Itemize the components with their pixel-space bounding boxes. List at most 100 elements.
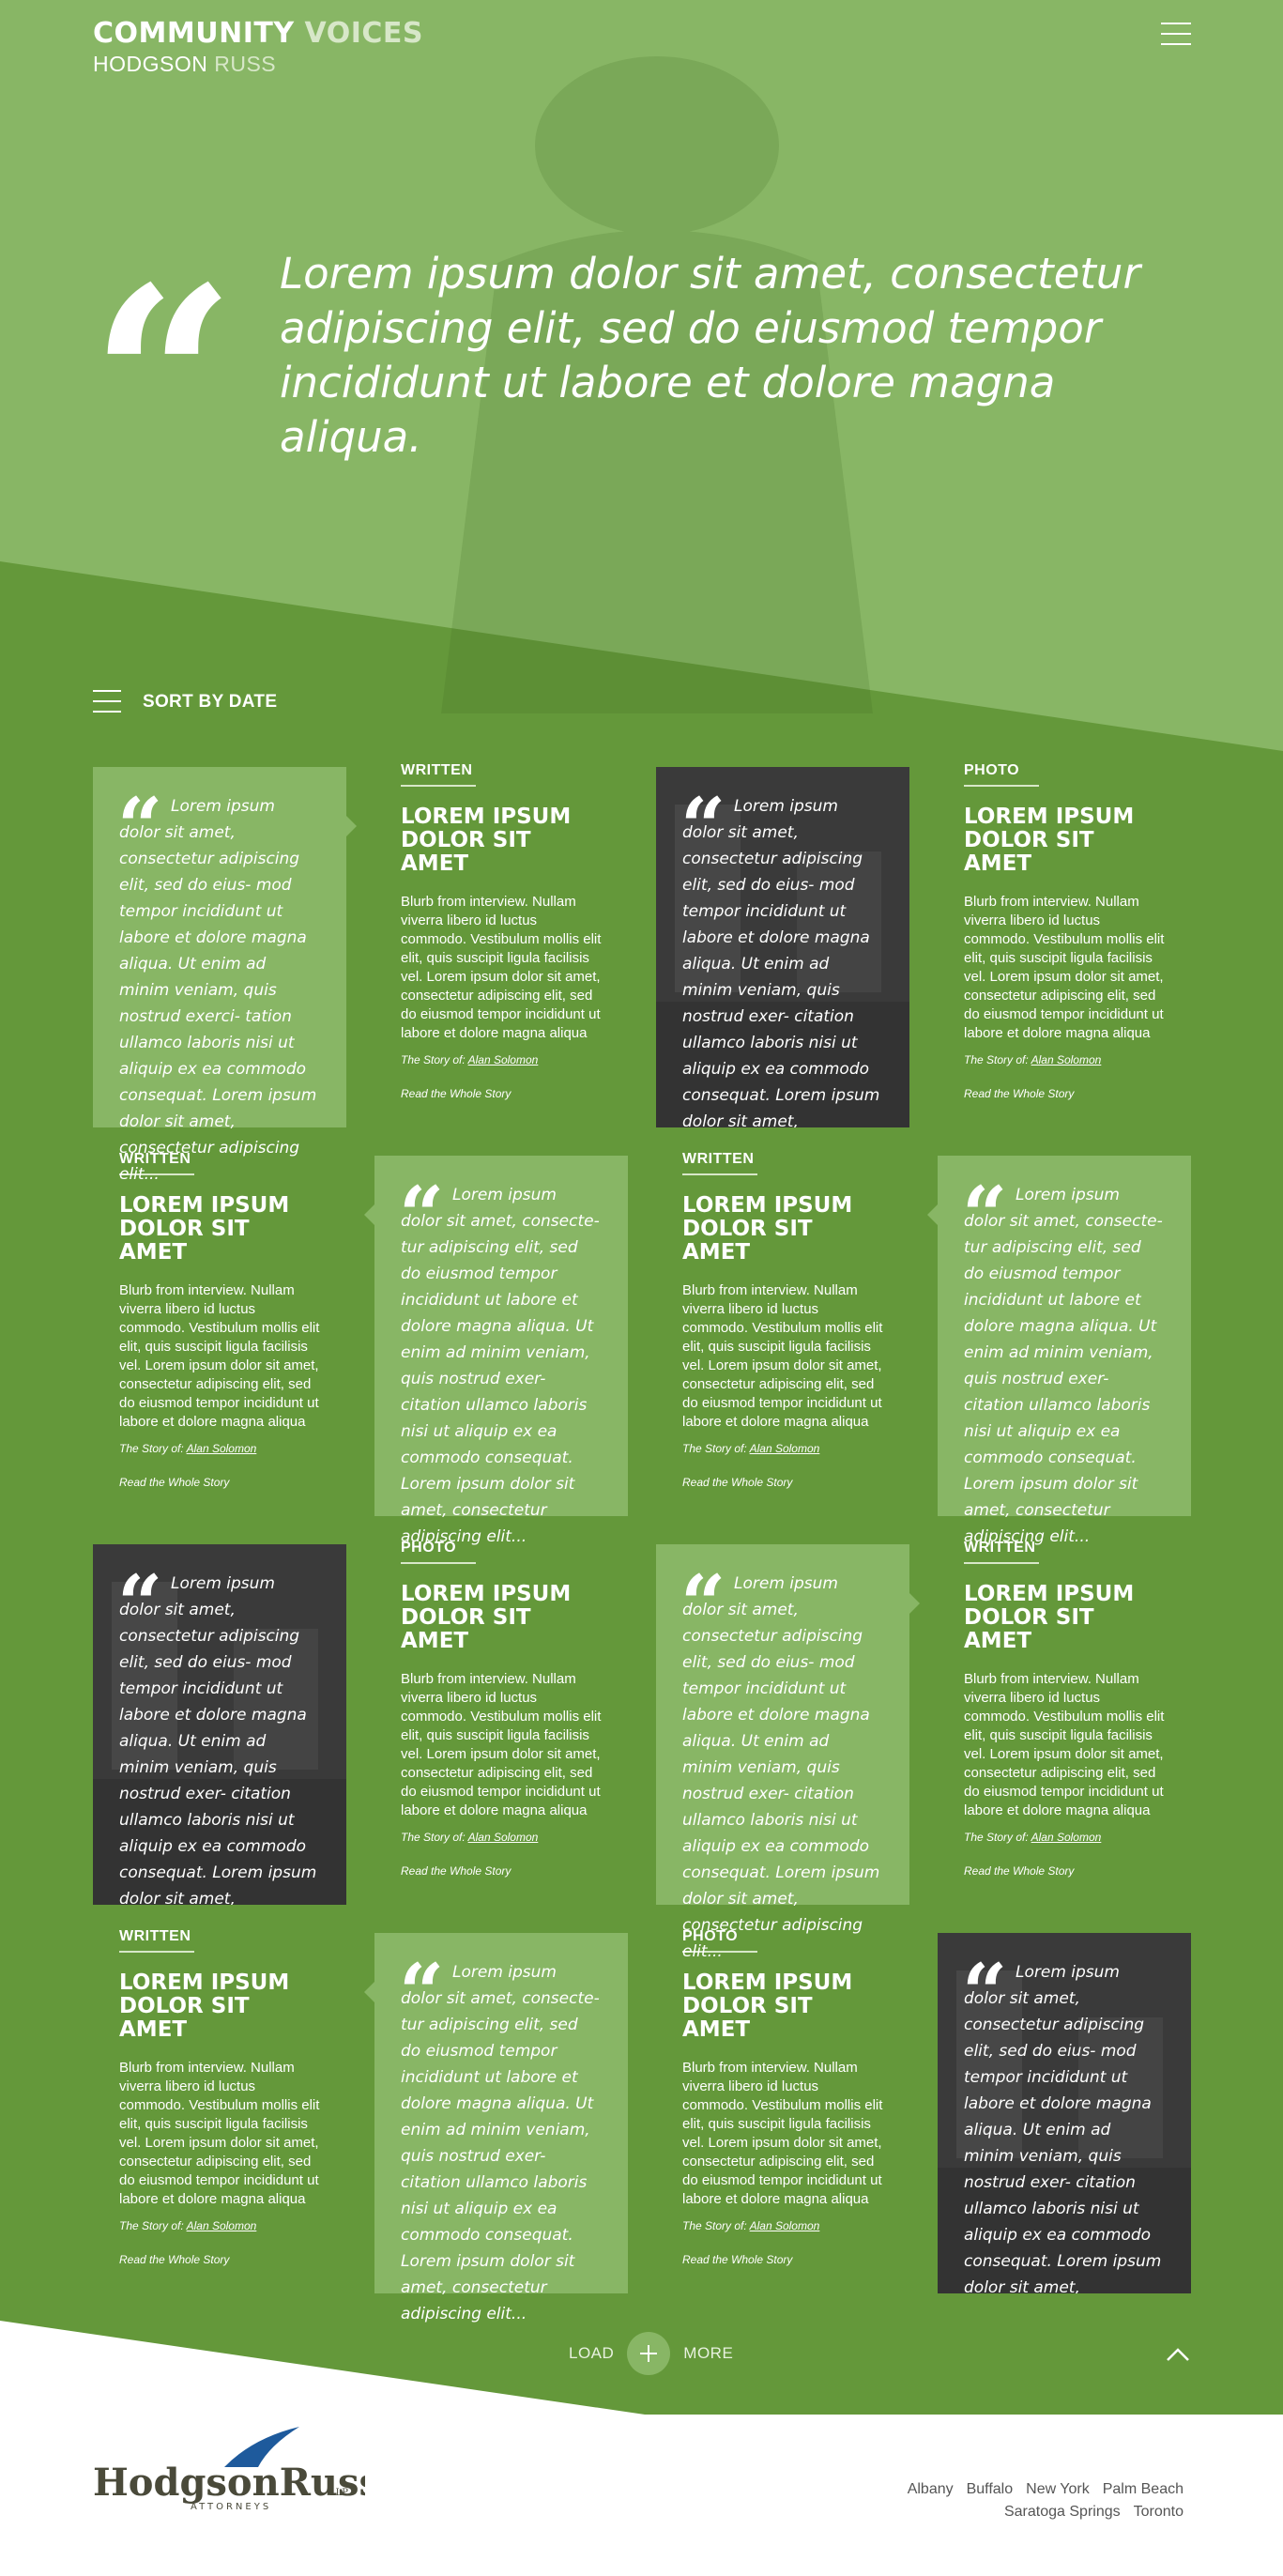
quote-card[interactable]: “Lorem ipsum dolor sit amet, consecte- t… — [364, 1933, 628, 2323]
read-whole-story-link[interactable]: Read the Whole Story — [682, 2253, 792, 2266]
story-person-link[interactable]: Alan Solomon — [1031, 1053, 1102, 1066]
svg-text:HodgsonRuss: HodgsonRuss — [93, 2461, 365, 2505]
office-locations: Albany Buffalo New York Palm Beach Saratoga… — [808, 2478, 1184, 2523]
type-divider — [119, 1951, 194, 1953]
story-type: PHOTO — [964, 762, 1020, 778]
quote-text: Lorem ipsum dolor sit amet, consectetur … — [682, 1574, 880, 1961]
story-title: LOREM IPSUM DOLOR SIT AMET — [119, 1193, 290, 1265]
read-whole-story-link[interactable]: Read the Whole Story — [682, 1476, 792, 1489]
quote-text: Lorem ipsum dolor sit amet, consectetur … — [119, 1574, 317, 1905]
story-card[interactable]: PHOTO LOREM IPSUM DOLOR SIT AMET Blurb fro… — [656, 1928, 909, 2293]
type-divider — [401, 785, 476, 787]
card-pointer — [364, 1982, 374, 2002]
story-person-link[interactable]: Alan Solomon — [468, 1831, 539, 1844]
story-card[interactable]: PHOTO LOREM IPSUM DOLOR SIT AMET Blurb fro… — [938, 762, 1191, 1127]
load-more-button[interactable]: LOAD MORE — [569, 2332, 733, 2375]
quote-text: Lorem ipsum dolor sit amet, consectetur … — [119, 797, 317, 1184]
type-divider — [964, 1562, 1039, 1564]
story-title: LOREM IPSUM DOLOR SIT AMET — [401, 1582, 572, 1653]
story-title: LOREM IPSUM DOLOR SIT AMET — [682, 1193, 853, 1265]
card-pointer — [927, 1204, 938, 1225]
read-whole-story-link[interactable]: Read the Whole Story — [964, 1087, 1074, 1100]
story-title: LOREM IPSUM DOLOR SIT AMET — [119, 1970, 290, 2042]
story-title: LOREM IPSUM DOLOR SIT AMET — [964, 1582, 1135, 1653]
story-card[interactable]: WRITTEN LOREM IPSUM DOLOR SIT AMET Blurb f… — [656, 1151, 909, 1516]
hero-quote: Lorem ipsum dolor sit amet, consectetur … — [280, 249, 1140, 462]
read-whole-story-link[interactable]: Read the Whole Story — [401, 1864, 511, 1878]
story-type: WRITTEN — [401, 762, 473, 778]
story-person-link[interactable]: Alan Solomon — [468, 1053, 539, 1066]
story-blurb: Blurb from interview. Nullam viverra lib… — [964, 1671, 1165, 1818]
sort-label: SORT BY DATE — [143, 692, 278, 712]
location-link[interactable]: Albany — [908, 2481, 954, 2497]
quote-card[interactable]: “Lorem ipsum dolor sit amet, consectetur… — [93, 767, 357, 1184]
story-card[interactable]: PHOTO LOREM IPSUM DOLOR SIT AMET Blurb fro… — [374, 1540, 628, 1905]
card-pointer — [909, 1593, 920, 1614]
locations-row: Albany Buffalo New York Palm Beach — [808, 2478, 1184, 2501]
svg-text:LLP: LLP — [329, 2488, 348, 2498]
read-whole-story-link[interactable]: Read the Whole Story — [401, 1087, 511, 1100]
read-whole-story-link[interactable]: Read the Whole Story — [964, 1864, 1074, 1878]
sort-lines-icon — [93, 690, 121, 714]
story-person-link[interactable]: Alan Solomon — [187, 2219, 257, 2232]
card-pointer — [346, 816, 357, 836]
quote-card[interactable]: “Lorem ipsum dolor sit amet, consectetur… — [656, 1544, 920, 1961]
story-blurb: Blurb from interview. Nullam viverra lib… — [682, 1282, 883, 1430]
chevron-up-icon[interactable] — [1165, 2344, 1191, 2365]
story-blurb: Blurb from interview. Nullam viverra lib… — [964, 894, 1165, 1041]
story-type: WRITTEN — [119, 1928, 191, 1944]
read-whole-story-link[interactable]: Read the Whole Story — [119, 2253, 229, 2266]
location-link[interactable]: Buffalo — [967, 2481, 1014, 2497]
story-of: The Story of: Alan Solomon — [682, 2219, 820, 2232]
sort-by-date-button[interactable]: SORT BY DATE — [93, 689, 277, 715]
quote-text: Lorem ipsum dolor sit amet, consecte- tu… — [964, 1186, 1163, 1546]
story-blurb: Blurb from interview. Nullam viverra lib… — [119, 1282, 320, 1430]
story-of: The Story of: Alan Solomon — [401, 1053, 539, 1066]
story-type: WRITTEN — [682, 1151, 755, 1167]
location-link[interactable]: Saratoga Springs — [1004, 2504, 1121, 2520]
quote-card[interactable]: “Lorem ipsum dolor sit amet, consecte- t… — [927, 1156, 1191, 1546]
location-link[interactable]: Toronto — [1134, 2504, 1184, 2520]
hodgson-russ-logo[interactable]: HodgsonRuss LLP ATTORNEYS — [93, 2427, 365, 2516]
locations-row: Saratoga Springs Toronto — [808, 2501, 1184, 2523]
quote-card-photo[interactable]: “Lorem ipsum dolor sit amet, consectetur… — [938, 1933, 1191, 2293]
story-title: LOREM IPSUM DOLOR SIT AMET — [401, 805, 572, 876]
story-title: LOREM IPSUM DOLOR SIT AMET — [682, 1970, 853, 2042]
quote-text: Lorem ipsum dolor sit amet, consectetur … — [682, 797, 880, 1127]
story-blurb: Blurb from interview. Nullam viverra lib… — [119, 2060, 320, 2207]
story-blurb: Blurb from interview. Nullam viverra lib… — [401, 1671, 602, 1818]
svg-text:ATTORNEYS: ATTORNEYS — [191, 2502, 271, 2512]
quote-card-photo[interactable]: “Lorem ipsum dolor sit amet, consectetur… — [656, 767, 909, 1127]
plus-icon[interactable] — [627, 2332, 671, 2375]
site-title: COMMUNITY VOICES — [93, 17, 423, 50]
story-of: The Story of: Alan Solomon — [119, 2219, 257, 2232]
location-link[interactable]: New York — [1026, 2481, 1090, 2497]
menu-icon[interactable] — [1161, 23, 1191, 47]
quote-icon: “ — [90, 231, 237, 529]
type-divider — [682, 1173, 757, 1175]
story-person-link[interactable]: Alan Solomon — [1031, 1831, 1102, 1844]
site-brand[interactable]: COMMUNITY VOICES HODGSON RUSS — [93, 17, 423, 77]
more-label: MORE — [683, 2344, 734, 2362]
story-person-link[interactable]: Alan Solomon — [750, 2219, 820, 2232]
story-card[interactable]: WRITTEN LOREM IPSUM DOLOR SIT AMET Blurb f… — [374, 762, 628, 1127]
quote-text: Lorem ipsum dolor sit amet, consecte- tu… — [401, 1963, 600, 2323]
story-card[interactable]: WRITTEN LOREM IPSUM DOLOR SIT AMET Blurb f… — [93, 1928, 346, 2293]
story-title: LOREM IPSUM DOLOR SIT AMET — [964, 805, 1135, 876]
story-card[interactable]: WRITTEN LOREM IPSUM DOLOR SIT AMET Blurb f… — [938, 1540, 1191, 1905]
quote-card-photo[interactable]: “Lorem ipsum dolor sit amet, consectetur… — [93, 1544, 346, 1905]
story-of: The Story of: Alan Solomon — [119, 1442, 257, 1455]
type-divider — [401, 1562, 476, 1564]
story-of: The Story of: Alan Solomon — [964, 1831, 1102, 1844]
location-link[interactable]: Palm Beach — [1103, 2481, 1184, 2497]
story-of: The Story of: Alan Solomon — [682, 1442, 820, 1455]
site-subtitle: HODGSON RUSS — [93, 52, 277, 76]
read-whole-story-link[interactable]: Read the Whole Story — [119, 1476, 229, 1489]
story-blurb: Blurb from interview. Nullam viverra lib… — [401, 894, 602, 1041]
story-card[interactable]: WRITTEN LOREM IPSUM DOLOR SIT AMET Blurb f… — [93, 1151, 346, 1516]
quote-text: Lorem ipsum dolor sit amet, consectetur … — [964, 1963, 1162, 2293]
story-of: The Story of: Alan Solomon — [964, 1053, 1102, 1066]
quote-card[interactable]: “Lorem ipsum dolor sit amet, consecte- t… — [364, 1156, 628, 1546]
story-person-link[interactable]: Alan Solomon — [750, 1442, 820, 1455]
story-person-link[interactable]: Alan Solomon — [187, 1442, 257, 1455]
